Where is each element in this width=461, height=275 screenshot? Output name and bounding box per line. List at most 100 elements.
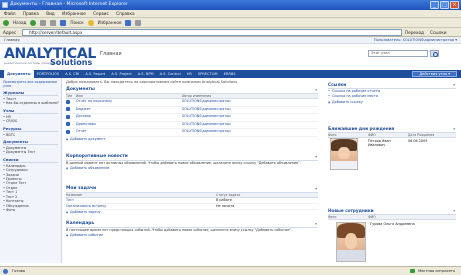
- calendar-title[interactable]: Календарь: [66, 221, 318, 228]
- tab-as-bpm[interactable]: A.S. BPM: [135, 70, 157, 78]
- tab-as-cri[interactable]: A.S. CRI: [62, 70, 82, 78]
- add-task-link[interactable]: Добавить задачу: [66, 210, 318, 215]
- task-status: В работе: [216, 198, 232, 202]
- links-webpart: Ссылки Ссылка на рабочие отчеты Ссылка н…: [328, 82, 456, 105]
- tab-sprectum[interactable]: SPRECTUM: [195, 70, 221, 78]
- favorites-button[interactable]: Избранное: [98, 18, 122, 28]
- tab-portfolios[interactable]: PORTFOLIOS: [34, 70, 63, 78]
- col-task-status[interactable]: Статус задачи: [216, 193, 240, 197]
- view-all-content-link[interactable]: Просмотреть все содержимое узла: [3, 80, 61, 88]
- task-name-link[interactable]: Организовать встречу: [66, 204, 216, 209]
- tab-as-project[interactable]: A.S. Project: [108, 70, 134, 78]
- nav-heading-blogs[interactable]: Журналы: [3, 90, 58, 96]
- document-name-link[interactable]: Договор: [76, 114, 182, 121]
- document-name-link[interactable]: Отчёт по персоналу: [76, 99, 182, 106]
- link-item[interactable]: Ссылка на рабочие места: [328, 94, 456, 99]
- nav-heading-lists[interactable]: Списки: [3, 157, 58, 163]
- tab-as-control[interactable]: A.S. Control: [157, 70, 184, 78]
- user-menu[interactable]: Пользователь: SOLUTIONS\администратор ▾: [374, 37, 457, 44]
- close-button[interactable]: ×: [450, 1, 459, 9]
- col-name[interactable]: Имя: [76, 94, 182, 98]
- employee-name: Гурова Ольга Андреевна: [370, 222, 415, 226]
- menu-tools[interactable]: Сервис: [93, 11, 109, 16]
- maximize-button[interactable]: □: [440, 1, 449, 9]
- tab-errbs[interactable]: ERRBS: [221, 70, 239, 78]
- new-staff-header: Фото ФИО: [328, 215, 456, 220]
- stop-icon[interactable]: [40, 19, 47, 26]
- task-status: Не начата: [216, 204, 235, 208]
- documents-title[interactable]: Документы: [66, 87, 318, 94]
- col-modified-by[interactable]: Автор изменения: [182, 94, 262, 98]
- modified-by-link[interactable]: SOLUTIONS\администратор: [182, 107, 262, 114]
- tab-as-report[interactable]: A.S. Report: [82, 70, 108, 78]
- modified-by-link[interactable]: SOLUTIONS\администратор: [182, 114, 262, 121]
- document-name-link[interactable]: Бюджет: [76, 107, 182, 114]
- nav-heading-sites[interactable]: Узлы: [3, 108, 58, 114]
- search-scope-select[interactable]: Этот узел: [368, 50, 428, 57]
- employee-photo[interactable]: [336, 222, 366, 262]
- employee-photo[interactable]: [330, 138, 358, 170]
- col-type[interactable]: Тип: [66, 94, 76, 98]
- menu-bar: Файл Правка Вид Избранное Сервис Справка: [0, 10, 461, 18]
- nav-heading-documents[interactable]: Документы: [3, 139, 58, 146]
- col-fullname: ФИО: [368, 133, 376, 137]
- back-button[interactable]: Назад: [13, 18, 26, 28]
- tasks-title[interactable]: Мои задачи: [66, 186, 318, 193]
- home-icon[interactable]: [60, 19, 67, 26]
- documents-webpart: Документы Тип Имя Автор изменения Отчёт …: [66, 87, 318, 142]
- tab-hr[interactable]: HR: [184, 70, 195, 78]
- menu-view[interactable]: Вид: [46, 11, 55, 16]
- add-announcement-link[interactable]: Добавить объявление: [66, 166, 318, 171]
- favorites-icon[interactable]: [87, 19, 94, 26]
- forward-icon[interactable]: [30, 19, 37, 26]
- nav-item[interactable]: CRISIS: [3, 119, 61, 124]
- new-staff-webpart: Новые сотрудники Фото ФИО Гурова Ольга А…: [328, 208, 456, 266]
- new-staff-title[interactable]: Новые сотрудники: [328, 208, 456, 215]
- site-search: Этот узел: [368, 50, 458, 58]
- nav-item[interactable]: BDTC: [3, 133, 61, 138]
- add-link-link[interactable]: Добавить ссылку: [328, 100, 456, 105]
- modified-by-link[interactable]: SOLUTIONS\администратор: [182, 99, 262, 106]
- nav-heading-resources[interactable]: Ресурсы: [3, 126, 58, 132]
- logo-sub: Solutions: [50, 58, 93, 67]
- menu-file[interactable]: Файл: [4, 11, 16, 16]
- employee-birthdate: 06.06.2009: [408, 139, 428, 143]
- links-button[interactable]: Ссылки: [430, 28, 446, 37]
- nav-item[interactable]: Фото: [3, 208, 61, 213]
- go-button[interactable]: Переход: [405, 29, 425, 36]
- col-birthdate: Дата Рождения: [408, 133, 435, 137]
- tab-documents[interactable]: Документы: [4, 70, 34, 78]
- add-document-link[interactable]: Добавить документ: [66, 137, 318, 142]
- links-title[interactable]: Ссылки: [328, 82, 456, 89]
- minimize-button[interactable]: _: [430, 1, 439, 9]
- modified-by-link[interactable]: SOLUTIONS\администратор: [182, 129, 262, 136]
- col-task-title[interactable]: Название: [66, 193, 216, 197]
- site-logo[interactable]: ANALYTICAL Аналитические системы управле…: [4, 46, 134, 68]
- address-input[interactable]: http://server/default.aspx: [22, 29, 402, 36]
- modified-by-link[interactable]: SOLUTIONS\администратор: [182, 122, 262, 129]
- window-titlebar: Документы - Главная - Microsoft Internet…: [0, 0, 461, 10]
- menu-favorites[interactable]: Избранное: [62, 11, 86, 16]
- menu-help[interactable]: Справка: [116, 11, 134, 16]
- menu-edit[interactable]: Правка: [23, 11, 39, 16]
- search-button[interactable]: Поиск: [70, 18, 83, 28]
- nav-item[interactable]: Как бы отделены в шаблоне?: [3, 101, 61, 106]
- table-row: Отчёт по персоналу SOLUTIONS\администрат…: [66, 99, 318, 107]
- birthdays-title[interactable]: Ближайшие дни рождения: [328, 126, 456, 133]
- table-row: Отчёт SOLUTIONS\администратор: [66, 129, 318, 137]
- document-name-link[interactable]: Отчёт: [76, 129, 182, 136]
- announcements-title[interactable]: Корпоративные новости: [66, 154, 318, 161]
- top-nav-tabs: Документы PORTFOLIOS A.S. CRI A.S. Repor…: [0, 70, 461, 78]
- nav-item[interactable]: Документы Тест: [3, 150, 61, 155]
- task-name-link[interactable]: Тест: [66, 198, 216, 203]
- add-event-link[interactable]: Добавить событие: [66, 233, 318, 238]
- mail-icon[interactable]: [125, 19, 132, 26]
- search-icon[interactable]: [430, 50, 439, 57]
- breadcrumb[interactable]: Главная: [4, 38, 20, 42]
- back-icon[interactable]: [3, 19, 9, 26]
- site-actions-button[interactable]: Действия узла ▾: [412, 71, 457, 77]
- refresh-icon[interactable]: [50, 19, 57, 26]
- page-title: Главная: [100, 51, 122, 57]
- document-name-link[interactable]: Директивы: [76, 122, 182, 129]
- print-icon[interactable]: [135, 19, 142, 26]
